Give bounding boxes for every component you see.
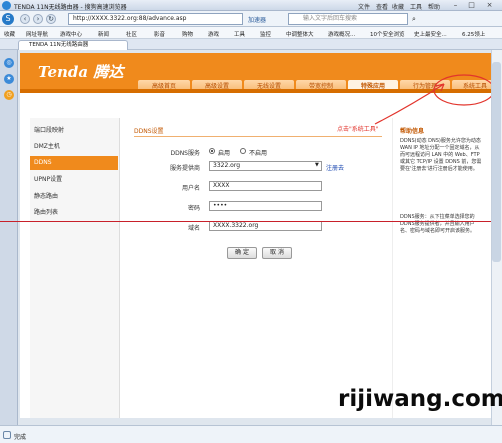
favorites-bar: 收藏 网址导航 游戏中心 新闻 社区 影音 购物 游戏 工具 监控 中调整体大 … bbox=[0, 27, 502, 39]
scrollbar-thumb[interactable] bbox=[492, 62, 501, 262]
sidebar-star-icon[interactable]: ★ bbox=[4, 74, 14, 84]
leftnav-upnp[interactable]: UPNP设置 bbox=[30, 173, 118, 187]
refresh-button[interactable]: ↻ bbox=[46, 14, 56, 24]
username-input[interactable]: XXXX bbox=[209, 181, 322, 191]
fav-item[interactable]: 游戏中心 bbox=[60, 30, 82, 38]
tab-tenda[interactable]: TENDA 11N无线路由器 bbox=[18, 40, 128, 50]
domain-label: 域名 bbox=[187, 225, 200, 232]
menu-tools[interactable]: 工具 bbox=[410, 2, 422, 11]
password-input[interactable]: •••• bbox=[209, 201, 322, 211]
fav-item[interactable]: 6.25领上 bbox=[462, 30, 485, 38]
tenda-logo: Tenda 腾达 bbox=[38, 63, 124, 81]
sidebar-compass-icon[interactable]: ◎ bbox=[4, 58, 14, 68]
fav-item[interactable]: 新闻 bbox=[98, 30, 109, 38]
chevron-down-icon[interactable]: ▼ bbox=[315, 162, 319, 168]
fav-item[interactable]: 社区 bbox=[126, 30, 137, 38]
address-toolbar: S ‹ › ↻ http://XXXX.3322.org:88/advance.… bbox=[0, 11, 502, 27]
fav-item[interactable]: 工具 bbox=[234, 30, 245, 38]
fav-item[interactable]: 监控 bbox=[260, 30, 271, 38]
leftnav-route-list[interactable]: 路由列表 bbox=[30, 206, 118, 220]
fav-item[interactable]: 10个安全浏览 bbox=[370, 30, 405, 38]
register-link[interactable]: 注册去 bbox=[326, 163, 344, 172]
maximize-button[interactable]: □ bbox=[466, 1, 477, 9]
fav-item[interactable]: 游戏概况... bbox=[328, 30, 355, 38]
cancel-button[interactable]: 取 消 bbox=[262, 247, 292, 259]
minimize-button[interactable]: – bbox=[450, 1, 461, 9]
annotation-line bbox=[0, 221, 502, 222]
search-input[interactable]: 输入文字后回车搜索 bbox=[288, 13, 408, 25]
fav-item[interactable]: 影音 bbox=[154, 30, 165, 38]
back-button[interactable]: ‹ bbox=[20, 14, 30, 24]
disable-radio[interactable] bbox=[240, 148, 246, 154]
tab-wireless-settings[interactable]: 无线设置 bbox=[244, 80, 294, 93]
enable-label: 启用 bbox=[218, 150, 231, 157]
ddns-section-title: DDNS设置 bbox=[134, 128, 164, 135]
fav-item[interactable]: 游戏 bbox=[208, 30, 219, 38]
address-input[interactable]: http://XXXX.3322.org:88/advance.asp bbox=[68, 13, 243, 25]
accelerator-label[interactable]: 加速器 bbox=[248, 15, 266, 24]
enable-radio[interactable] bbox=[209, 148, 215, 154]
fav-item[interactable]: 收藏 bbox=[4, 30, 15, 38]
help-paragraph-2: DDNS服务：从下拉菜单选择您的DDNS服务提供者，并且输入用户名、密码与域名即… bbox=[400, 214, 476, 234]
status-text: 完成 bbox=[14, 434, 27, 441]
tab-advanced-home[interactable]: 高级首页 bbox=[138, 80, 190, 93]
sidebar-clock-icon[interactable]: ◷ bbox=[4, 90, 14, 100]
annotation-circle-icon bbox=[433, 74, 495, 106]
provider-select[interactable]: 3322.org bbox=[209, 161, 322, 171]
close-button[interactable]: × bbox=[484, 1, 495, 9]
ok-button[interactable]: 确 定 bbox=[227, 247, 257, 259]
fav-item[interactable]: 中调整体大 bbox=[286, 30, 314, 38]
password-label: 密码 bbox=[187, 205, 200, 212]
fav-item[interactable]: 购物 bbox=[182, 30, 193, 38]
ddns-service-label: DDNS服务 bbox=[170, 150, 200, 157]
section-divider bbox=[134, 136, 382, 137]
status-icon bbox=[3, 431, 11, 439]
fav-item[interactable]: 网址导航 bbox=[26, 30, 48, 38]
leftnav-ddns[interactable]: DDNS bbox=[30, 156, 118, 170]
leftnav-dmz[interactable]: DMZ主机 bbox=[30, 140, 118, 154]
menu-favorites[interactable]: 收藏 bbox=[392, 2, 404, 11]
domain-input[interactable]: XXXX.3322.org bbox=[209, 221, 322, 231]
tab-advanced-settings[interactable]: 高级设置 bbox=[192, 80, 242, 93]
menu-file[interactable]: 文件 bbox=[358, 2, 370, 11]
fav-item[interactable]: 史上最安全... bbox=[414, 30, 447, 38]
disable-label: 不启用 bbox=[249, 150, 268, 157]
menu-view[interactable]: 查看 bbox=[376, 2, 388, 11]
provider-label: 服务提供商 bbox=[169, 165, 200, 172]
menu-help[interactable]: 帮助 bbox=[428, 2, 440, 11]
username-label: 用户名 bbox=[181, 185, 200, 192]
search-icon[interactable]: ⌕ bbox=[412, 15, 416, 24]
browser-logo-icon bbox=[2, 1, 11, 10]
forward-button[interactable]: › bbox=[33, 14, 43, 24]
leftnav-static-route[interactable]: 静态路由 bbox=[30, 190, 118, 204]
browser-sidebar: ◎ ★ ◷ bbox=[0, 50, 18, 425]
window-title: TENDA 11N无线路由器 - 搜狗高速浏览器 bbox=[14, 4, 127, 11]
leftnav-port-mapping[interactable]: 端口段映射 bbox=[30, 124, 118, 138]
tab-bandwidth-control[interactable]: 带宽控制 bbox=[296, 80, 346, 93]
help-paragraph-1: DDNS(动态 DNS)服务允许您为动态 WAN IP 地址分配一个固定域名，从… bbox=[400, 138, 482, 172]
window-titlebar: TENDA 11N无线路由器 - 搜狗高速浏览器 文件 查看 收藏 工具 帮助 … bbox=[0, 0, 502, 11]
sogou-logo-icon: S bbox=[2, 13, 14, 25]
watermark-text: rijiwang.com bbox=[338, 386, 502, 412]
tab-bar: TENDA 11N无线路由器 bbox=[0, 39, 502, 50]
status-bar: 完成 bbox=[0, 425, 502, 443]
